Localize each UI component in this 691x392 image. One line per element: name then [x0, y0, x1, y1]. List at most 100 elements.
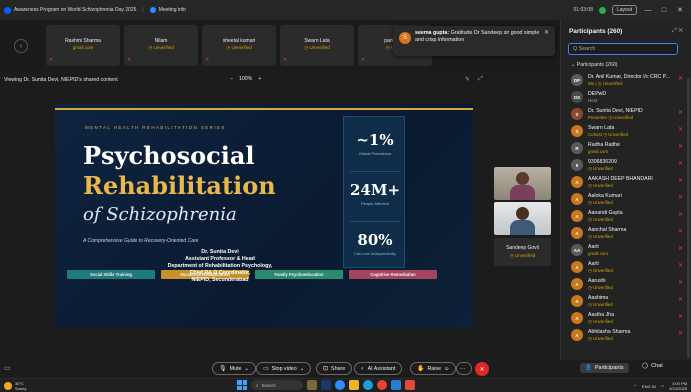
shared-content-area[interactable]: MENTAL HEALTH REHABILITATION SERIES Psyc…: [55, 104, 473, 328]
participant-avatar: A: [571, 261, 583, 273]
more-options-button[interactable]: ···: [456, 362, 472, 375]
wifi-icon[interactable]: ◠: [661, 384, 665, 389]
participant-tile[interactable]: sheetal kumari ◷ Unverified ✕: [202, 25, 276, 66]
task-view-icon[interactable]: [321, 380, 331, 390]
taskbar-search[interactable]: ⌕ Search: [251, 380, 303, 390]
tile-status: ◷ Unverified: [226, 45, 252, 50]
chrome-browser-icon[interactable]: [377, 380, 387, 390]
sender-avatar: S: [399, 32, 411, 44]
participant-row[interactable]: DP Dr. Anil Kumar, Director i/c CRC P... M…: [571, 72, 687, 89]
topic-pill: Cognitive Remediation: [349, 270, 437, 279]
participant-video-tile[interactable]: [494, 202, 551, 235]
tray-datetime[interactable]: 3:00 PM 5/24/2025: [669, 381, 687, 391]
mic-muted-icon[interactable]: ✕: [678, 177, 683, 184]
participant-row[interactable]: A AAKASH DEEP BHANDARI ◷ Unverified ✕: [571, 174, 687, 191]
ai-assistant-button[interactable]: ◐ AI Assistant: [354, 362, 403, 375]
end-call-button[interactable]: ✕: [475, 362, 489, 376]
participant-scrollbar[interactable]: [687, 78, 690, 358]
mic-muted-icon[interactable]: ✕: [678, 143, 683, 150]
language-indicator[interactable]: ENG IN: [642, 384, 656, 389]
participant-tile[interactable]: Rashmi Sharma gmail.com ✕: [46, 25, 120, 66]
chat-notification[interactable]: S seema gupta: Gratitude Dr Sandeep sir …: [393, 26, 555, 56]
captions-icon[interactable]: ▭: [4, 364, 11, 372]
participant-row[interactable]: S Swarn Lata Cohost ◷ Unverified ✕: [571, 123, 687, 140]
participant-row[interactable]: A Aashima ◷ Unverified ✕: [571, 293, 687, 310]
gallery-prev-button[interactable]: ‹: [14, 39, 28, 53]
close-window-button[interactable]: ✕: [675, 6, 685, 14]
raise-hand-button[interactable]: ✋ Raise ☺: [410, 362, 457, 375]
mute-button[interactable]: 🎙 Mute ⌄: [212, 362, 256, 375]
tray-chevron-icon[interactable]: ⌃: [634, 384, 637, 389]
minimize-button[interactable]: —: [643, 7, 653, 14]
layout-button[interactable]: Layout: [611, 5, 637, 15]
edge-browser-icon[interactable]: [363, 380, 373, 390]
mic-muted-icon[interactable]: ✕: [678, 160, 683, 167]
mic-muted-icon[interactable]: ✕: [678, 279, 683, 286]
panel-window-icons[interactable]: ⤢ ✕: [672, 28, 683, 35]
chat-button[interactable]: ◯ Chat: [642, 363, 663, 369]
zoom-app-icon[interactable]: [335, 380, 345, 390]
participant-row[interactable]: AA Aarti gmail.com ✕: [571, 242, 687, 259]
widget-app-icon[interactable]: [307, 380, 317, 390]
mic-muted-icon[interactable]: ✕: [678, 75, 683, 82]
participant-avatar: A: [571, 295, 583, 307]
participant-name-tile[interactable]: Sandeep Govil ◷ Unverified: [494, 238, 551, 266]
participant-row[interactable]: A Aanchal Sharma ◷ Unverified ✕: [571, 225, 687, 242]
toast-close-icon[interactable]: ✕: [544, 30, 549, 37]
fullscreen-icon[interactable]: ⤢: [478, 76, 483, 83]
participants-button[interactable]: 👤 Participants: [580, 363, 629, 373]
stop-video-label: Stop video: [271, 365, 297, 372]
office-app-icon[interactable]: [405, 380, 415, 390]
chat-icon: ◯: [642, 363, 649, 369]
weather-widget[interactable]: 30°C Sunny: [4, 381, 26, 391]
participant-video-tile[interactable]: [494, 167, 551, 200]
participant-tile[interactable]: Nilam ◷ Unverified ✕: [124, 25, 198, 66]
participants-panel: Participants (260) ⤢ ✕ Q Search ⌄ Partic…: [560, 20, 691, 360]
participants-group-toggle[interactable]: ⌄ Participants (260): [571, 62, 617, 68]
shield-icon[interactable]: [149, 7, 156, 13]
taskbar-search-label: Search: [261, 382, 276, 388]
tray-date: 5/24/2025: [669, 386, 687, 391]
mic-muted-icon[interactable]: ✕: [678, 109, 683, 116]
stat-divider: [350, 171, 400, 172]
mic-muted-icon[interactable]: ✕: [678, 126, 683, 133]
participant-row[interactable]: DS DEPwD Host: [571, 89, 687, 106]
participant-row[interactable]: A Aastha Jha ◷ Unverified ✕: [571, 310, 687, 327]
mic-muted-icon[interactable]: ✕: [678, 228, 683, 235]
participant-row[interactable]: A Aaloka Kumari ◷ Unverified ✕: [571, 191, 687, 208]
maximize-button[interactable]: □: [659, 7, 669, 14]
mic-muted-icon[interactable]: ✕: [678, 194, 683, 201]
person-body: [510, 185, 535, 200]
mic-muted-icon[interactable]: ✕: [678, 296, 683, 303]
windows-start-icon[interactable]: [237, 380, 247, 390]
share-button[interactable]: ⊡ Share: [316, 362, 353, 375]
meeting-info-link[interactable]: Meeting info: [159, 7, 186, 13]
mic-muted-icon[interactable]: ✕: [678, 313, 683, 320]
participant-row[interactable]: A Aanandi Gupta ◷ Unverified ✕: [571, 208, 687, 225]
participant-tile[interactable]: Swarn Lata ◷ Unverified ✕: [280, 25, 354, 66]
tile-name: Sandeep Govil: [506, 245, 539, 251]
participant-search-input[interactable]: Q Search: [568, 43, 678, 55]
reactions-icon: ☺: [444, 365, 450, 372]
file-explorer-icon[interactable]: [349, 380, 359, 390]
mic-muted-icon[interactable]: ✕: [678, 245, 683, 252]
participant-row[interactable]: 9 9306836209 ◷ Unverified ✕: [571, 157, 687, 174]
system-tray: ⌃ ENG IN ◠ 3:00 PM 5/24/2025: [634, 381, 687, 391]
annotate-icon[interactable]: ✎: [465, 76, 470, 83]
connection-status-icon[interactable]: [598, 6, 606, 14]
participant-row[interactable]: R Radha Radhe gmail.com ✕: [571, 140, 687, 157]
slide-title-line3: of Schizophrenia: [83, 204, 237, 225]
raise-label: Raise: [427, 365, 442, 372]
zoom-out-button[interactable]: −: [230, 76, 233, 82]
store-app-icon[interactable]: [391, 380, 401, 390]
mic-muted-icon[interactable]: ✕: [678, 262, 683, 269]
participant-row[interactable]: S Dr. Sunita Devi, NIEPID Presenter ◷ Unve…: [571, 106, 687, 123]
participant-row[interactable]: A Abhilasha Sharma ◷ Unverified ✕: [571, 327, 687, 344]
participant-row[interactable]: A Aarti ◷ Unverified ✕: [571, 259, 687, 276]
mic-muted-icon[interactable]: ✕: [678, 330, 683, 337]
stop-video-button[interactable]: ▭ Stop video ⌄: [256, 362, 312, 375]
participant-row[interactable]: A Aarushi ◷ Unverified ✕: [571, 276, 687, 293]
zoom-in-button[interactable]: +: [258, 76, 261, 82]
mic-muted-icon[interactable]: ✕: [678, 211, 683, 218]
ai-assistant-icon: ◐: [361, 365, 365, 372]
